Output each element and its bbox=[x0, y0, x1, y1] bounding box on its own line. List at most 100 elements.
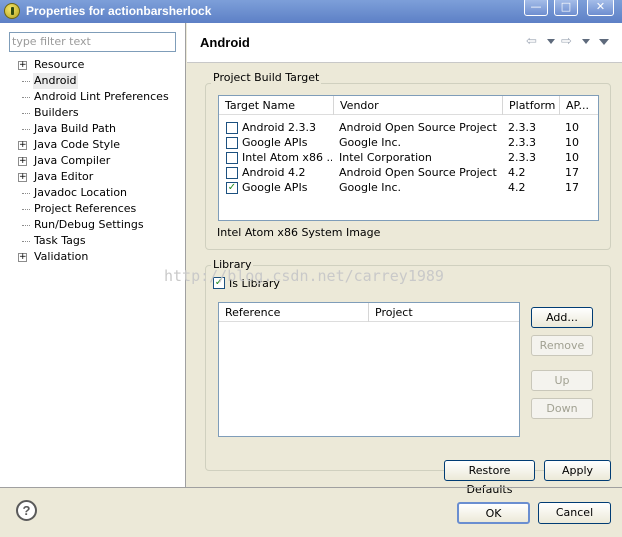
page-header: Android ⇦ ⇨ bbox=[187, 23, 622, 63]
library-table[interactable]: Reference Project bbox=[218, 302, 520, 437]
target-checkbox[interactable] bbox=[226, 137, 238, 149]
tree-connector bbox=[22, 225, 30, 226]
tree-item[interactable]: Run/Debug Settings bbox=[0, 217, 186, 233]
tree-item[interactable]: Project References bbox=[0, 201, 186, 217]
target-name-cell: Intel Atom x86 ... bbox=[242, 151, 332, 164]
target-checkbox[interactable] bbox=[226, 167, 238, 179]
table-row[interactable]: ✓ Google APIs Google Inc. 4.2 17 bbox=[219, 180, 598, 195]
tree-connector bbox=[22, 129, 30, 130]
vendor-cell: Android Open Source Project bbox=[339, 166, 497, 179]
up-button[interactable]: Up bbox=[531, 370, 593, 391]
tree-item-label: Project References bbox=[34, 202, 137, 215]
restore-defaults-button[interactable]: Restore Defaults bbox=[444, 460, 535, 496]
tree-item-label: Java Editor bbox=[34, 170, 94, 183]
property-page: Android ⇦ ⇨ Project Build Target Target … bbox=[187, 23, 622, 496]
preferences-tree-panel: type filter text + Resource Android Android… bbox=[0, 23, 186, 487]
tree-connector bbox=[22, 81, 30, 82]
column-project[interactable]: Project bbox=[369, 303, 519, 322]
expand-plus-icon[interactable]: + bbox=[18, 253, 27, 262]
api-level-cell: 10 bbox=[565, 136, 579, 149]
cancel-button[interactable]: Cancel bbox=[538, 502, 611, 524]
vendor-cell: Intel Corporation bbox=[339, 151, 432, 164]
tree-item-label: Java Code Style bbox=[34, 138, 121, 151]
title-bar: Properties for actionbarsherlock — □ ✕ bbox=[0, 0, 622, 23]
table-row[interactable]: Android 4.2 Android Open Source Project 4.… bbox=[219, 165, 598, 180]
tree-item[interactable]: Builders bbox=[0, 105, 186, 121]
api-level-cell: 10 bbox=[565, 151, 579, 164]
expand-plus-icon[interactable]: + bbox=[18, 61, 27, 70]
target-name-cell: Android 4.2 bbox=[242, 166, 306, 179]
target-description: Intel Atom x86 System Image bbox=[217, 226, 381, 239]
apply-button[interactable]: Apply bbox=[544, 460, 611, 481]
tree-item[interactable]: + Java Editor bbox=[0, 169, 186, 185]
target-checkbox[interactable]: ✓ bbox=[226, 182, 238, 194]
target-checkbox[interactable] bbox=[226, 152, 238, 164]
tree-item-label: Builders bbox=[34, 106, 79, 119]
tree-item[interactable]: Task Tags bbox=[0, 233, 186, 249]
window-title: Properties for actionbarsherlock bbox=[26, 4, 212, 18]
column-api[interactable]: AP... bbox=[560, 96, 598, 115]
close-button[interactable]: ✕ bbox=[587, 0, 614, 16]
down-button[interactable]: Down bbox=[531, 398, 593, 419]
tree-connector bbox=[22, 241, 30, 242]
tree-item-label: Android Lint Preferences bbox=[34, 90, 169, 103]
minimize-button[interactable]: — bbox=[524, 0, 548, 16]
column-reference[interactable]: Reference bbox=[219, 303, 369, 322]
tree-item[interactable]: + Java Code Style bbox=[0, 137, 186, 153]
maximize-button[interactable]: □ bbox=[554, 0, 578, 16]
tree-item[interactable]: + Resource bbox=[0, 57, 186, 73]
expand-plus-icon[interactable]: + bbox=[18, 141, 27, 150]
platform-cell: 2.3.3 bbox=[508, 121, 536, 134]
tree-item[interactable]: Android Lint Preferences bbox=[0, 89, 186, 105]
api-level-cell: 17 bbox=[565, 181, 579, 194]
tree-item[interactable]: + Java Compiler bbox=[0, 153, 186, 169]
tree-item-label: Validation bbox=[34, 250, 89, 263]
api-level-cell: 17 bbox=[565, 166, 579, 179]
table-row[interactable]: Android 2.3.3 Android Open Source Project… bbox=[219, 120, 598, 135]
tree-item[interactable]: + Validation bbox=[0, 249, 186, 265]
eclipse-app-icon bbox=[4, 3, 20, 19]
tree-item-label: Task Tags bbox=[34, 234, 86, 247]
help-icon[interactable]: ? bbox=[16, 500, 37, 521]
target-name-cell: Android 2.3.3 bbox=[242, 121, 317, 134]
api-level-cell: 10 bbox=[565, 121, 579, 134]
expand-plus-icon[interactable]: + bbox=[18, 157, 27, 166]
tree-item-label: Java Build Path bbox=[34, 122, 117, 135]
column-target-name[interactable]: Target Name bbox=[219, 96, 334, 115]
expand-plus-icon[interactable]: + bbox=[18, 173, 27, 182]
tree-item-label: Run/Debug Settings bbox=[34, 218, 144, 231]
build-target-group-title: Project Build Target bbox=[211, 71, 322, 84]
platform-cell: 2.3.3 bbox=[508, 151, 536, 164]
tree-connector bbox=[22, 209, 30, 210]
tree-item-label: Android bbox=[33, 73, 78, 89]
platform-cell: 4.2 bbox=[508, 166, 526, 179]
ok-button[interactable]: OK bbox=[457, 502, 530, 524]
vendor-cell: Google Inc. bbox=[339, 136, 402, 149]
forward-dropdown-icon[interactable] bbox=[582, 39, 590, 44]
table-row[interactable]: Intel Atom x86 ... Intel Corporation 2.3.3… bbox=[219, 150, 598, 165]
view-menu-icon[interactable] bbox=[599, 39, 609, 45]
page-title: Android bbox=[200, 35, 250, 50]
preferences-tree: + Resource Android Android Lint Preferences… bbox=[0, 57, 186, 265]
vendor-cell: Android Open Source Project bbox=[339, 121, 497, 134]
tree-connector bbox=[22, 97, 30, 98]
tree-item[interactable]: Java Build Path bbox=[0, 121, 186, 137]
forward-arrow-icon[interactable]: ⇨ bbox=[561, 35, 572, 49]
platform-cell: 2.3.3 bbox=[508, 136, 536, 149]
back-dropdown-icon[interactable] bbox=[547, 39, 555, 44]
build-target-table-header: Target Name Vendor Platform AP... bbox=[219, 96, 598, 115]
back-arrow-icon[interactable]: ⇦ bbox=[526, 35, 537, 49]
tree-item[interactable]: Android bbox=[0, 73, 186, 89]
target-checkbox[interactable] bbox=[226, 122, 238, 134]
remove-button[interactable]: Remove bbox=[531, 335, 593, 356]
add-button[interactable]: Add... bbox=[531, 307, 593, 328]
bottom-divider bbox=[0, 487, 622, 488]
table-row[interactable]: Google APIs Google Inc. 2.3.3 10 bbox=[219, 135, 598, 150]
build-target-table[interactable]: Target Name Vendor Platform AP... Androi… bbox=[218, 95, 599, 221]
watermark-text: http://blog.csdn.net/carrey1989 bbox=[164, 267, 444, 285]
filter-input[interactable]: type filter text bbox=[9, 32, 176, 52]
tree-item-label: Java Compiler bbox=[34, 154, 111, 167]
tree-item[interactable]: Javadoc Location bbox=[0, 185, 186, 201]
column-vendor[interactable]: Vendor bbox=[334, 96, 503, 115]
column-platform[interactable]: Platform bbox=[503, 96, 560, 115]
